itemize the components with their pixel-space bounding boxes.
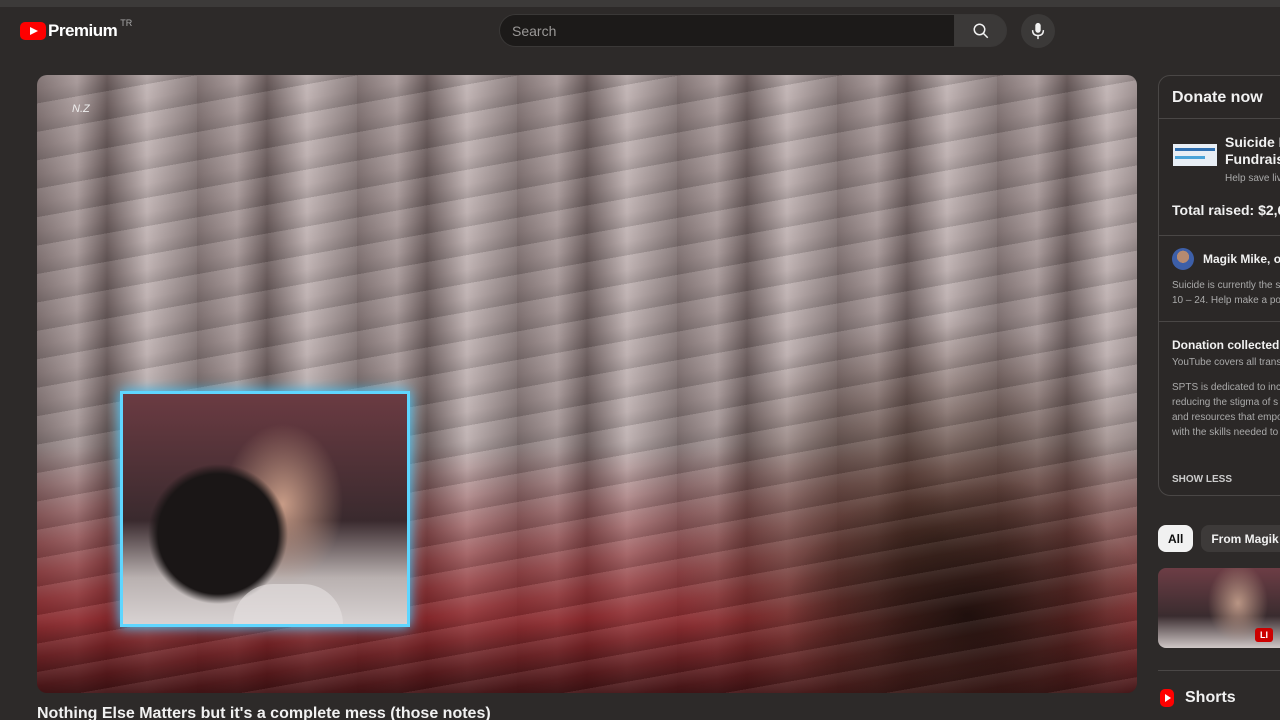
chip-all[interactable]: All (1158, 525, 1194, 552)
chip-from-channel[interactable]: From Magik M (1201, 525, 1280, 552)
fundraiser-name-line2: Fundraise (1225, 151, 1280, 167)
fundraiser-card[interactable]: Suicide P Fundraise Help save liv (1173, 134, 1280, 184)
search-input[interactable] (499, 14, 954, 47)
logo-text: Premium (48, 21, 118, 40)
streamer-name: Magik Mike, or (1203, 252, 1280, 266)
voice-search-button[interactable] (1021, 14, 1055, 48)
divider (1159, 321, 1280, 322)
fundraiser-logo (1173, 144, 1217, 166)
fundraiser-text: Suicide P Fundraise Help save liv (1225, 134, 1280, 184)
youtube-premium-logo[interactable]: Premium TR (20, 18, 132, 41)
video-watermark: N.Z (72, 103, 90, 115)
filter-chips: All From Magik M (1158, 525, 1280, 552)
search-icon (973, 23, 988, 38)
streamer-message-line2: 10 – 24. Help make a po (1172, 295, 1280, 306)
donate-panel: Donate now Suicide P Fundraise Help save… (1158, 75, 1280, 496)
description-line3: and resources that empo (1172, 412, 1280, 423)
description-line2: reducing the stigma of s (1172, 397, 1279, 408)
recommended-video-thumbnail[interactable]: LI (1158, 568, 1280, 648)
search-bar (499, 14, 1007, 47)
video-player[interactable]: N.Z (37, 75, 1137, 693)
donate-heading: Donate now (1159, 76, 1280, 119)
donation-collected-subtitle: YouTube covers all trans (1172, 357, 1280, 368)
description-line4: with the skills needed to (1172, 427, 1279, 438)
mic-icon (1031, 22, 1045, 40)
divider (1158, 670, 1280, 671)
total-raised: Total raised: $2,67 (1172, 202, 1280, 218)
donation-collected-title: Donation collected b (1172, 338, 1280, 352)
live-badge: LI (1255, 628, 1273, 642)
fundraiser-subtitle: Help save liv (1225, 173, 1280, 184)
fundraiser-name-line1: Suicide P (1225, 134, 1280, 150)
youtube-logo-icon (20, 22, 46, 40)
logo-country-code: TR (120, 18, 133, 28)
video-title: Nothing Else Matters but it's a complete… (37, 705, 491, 720)
divider (1159, 235, 1280, 236)
show-less-button[interactable]: SHOW LESS (1172, 474, 1232, 485)
streamer-row: Magik Mike, or (1172, 248, 1280, 270)
description-line1: SPTS is dedicated to inc (1172, 382, 1280, 393)
top-strip (0, 0, 1280, 7)
webcam-overlay (120, 391, 410, 627)
shorts-label: Shorts (1185, 689, 1236, 706)
shorts-icon (1160, 689, 1174, 707)
search-button[interactable] (954, 14, 1007, 47)
shorts-section-header[interactable]: Shorts (1160, 689, 1236, 707)
avatar[interactable] (1172, 248, 1194, 270)
streamer-message-line1: Suicide is currently the s (1172, 280, 1280, 291)
